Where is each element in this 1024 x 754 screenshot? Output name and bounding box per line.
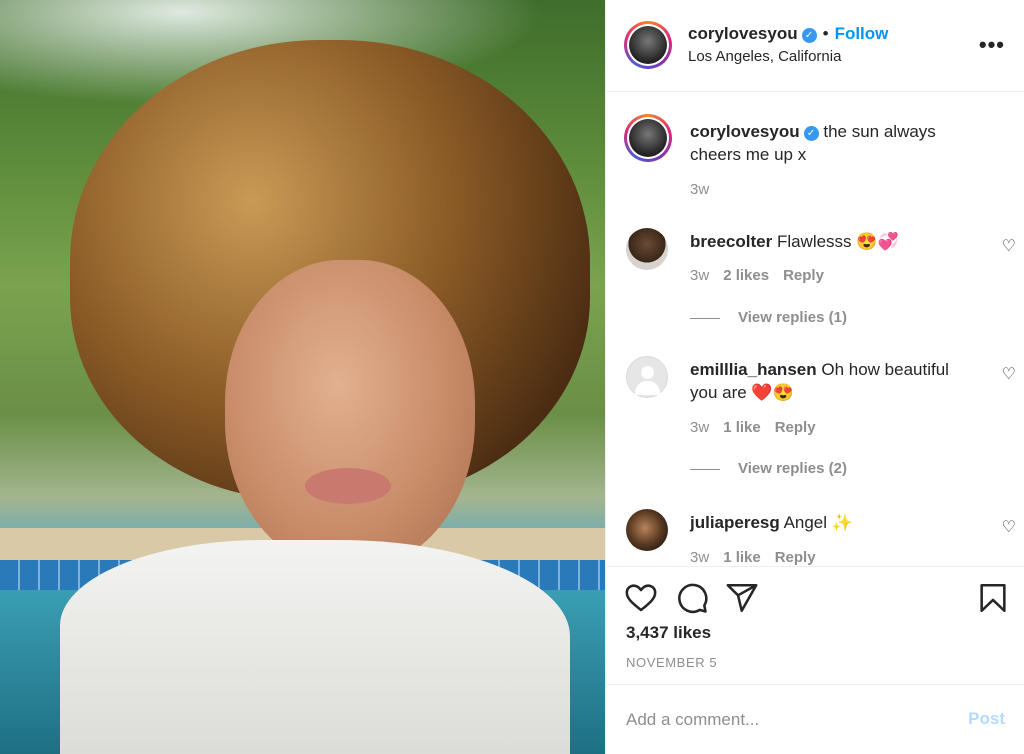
- comment-username[interactable]: emilllia_hansen: [690, 360, 817, 379]
- caption-body: corylovesyou ✓ the sun always cheers me u…: [690, 120, 975, 166]
- caption: corylovesyou ✓ the sun always cheers me u…: [624, 114, 1016, 204]
- caption-time[interactable]: 3w: [690, 181, 709, 198]
- view-replies-label: View replies (1): [738, 309, 847, 326]
- heart-icon[interactable]: [624, 581, 658, 615]
- post-date[interactable]: NOVEMBER 5: [626, 655, 717, 670]
- comment-body: juliaperesg Angel ✨: [690, 511, 975, 534]
- comments-list[interactable]: corylovesyou ✓ the sun always cheers me u…: [606, 93, 1024, 566]
- comment-bubble-icon[interactable]: [675, 581, 709, 615]
- view-replies-button[interactable]: View replies (1): [690, 309, 847, 326]
- verified-badge-icon: ✓: [803, 126, 819, 141]
- post-comment-button[interactable]: Post: [968, 709, 1005, 729]
- paper-plane-icon[interactable]: [725, 581, 759, 615]
- comment-meta: 3w 2 likes Reply: [690, 267, 824, 284]
- photo-lips: [305, 468, 391, 504]
- comment-likes[interactable]: 1 like: [723, 549, 761, 566]
- post-location[interactable]: Los Angeles, California: [688, 48, 841, 65]
- follow-button[interactable]: Follow: [835, 24, 889, 43]
- comment-like-heart-icon[interactable]: ♡: [1002, 236, 1016, 256]
- add-comment-input[interactable]: [626, 707, 946, 733]
- comment-username[interactable]: juliaperesg: [690, 513, 780, 532]
- view-replies-button[interactable]: View replies (2): [690, 460, 847, 477]
- commenter-avatar[interactable]: [626, 228, 668, 270]
- more-options-icon[interactable]: •••: [979, 32, 1005, 58]
- comment-text: Angel ✨: [783, 513, 853, 532]
- comment-time[interactable]: 3w: [690, 549, 709, 566]
- comment-reply-button[interactable]: Reply: [783, 267, 824, 284]
- comment-text: Flawlesss 😍💞: [776, 232, 899, 251]
- comment-body: breecolter Flawlesss 😍💞: [690, 230, 975, 253]
- commenter-avatar[interactable]: [626, 356, 668, 398]
- post-actions: 3,437 likes NOVEMBER 5: [606, 566, 1024, 684]
- post-photo[interactable]: [0, 0, 605, 754]
- comment-like-heart-icon[interactable]: ♡: [1002, 364, 1016, 384]
- bookmark-icon[interactable]: [976, 581, 1010, 615]
- author-avatar[interactable]: [624, 21, 672, 69]
- photo-face: [225, 260, 475, 570]
- comment-time[interactable]: 3w: [690, 419, 709, 436]
- likes-count[interactable]: 3,437 likes: [626, 623, 711, 643]
- author-username[interactable]: corylovesyou: [688, 24, 798, 43]
- photo-shirt: [60, 540, 570, 754]
- comment-time[interactable]: 3w: [690, 267, 709, 284]
- post-side-panel: corylovesyou ✓ • Follow Los Angeles, Califo…: [605, 0, 1024, 754]
- comment-like-heart-icon[interactable]: ♡: [1002, 517, 1016, 537]
- comment-meta: 3w 1 like Reply: [690, 419, 816, 436]
- comment-body: emilllia_hansen Oh how beautiful you are…: [690, 358, 975, 404]
- comment-likes[interactable]: 1 like: [723, 419, 761, 436]
- add-comment-bar: Post: [606, 684, 1024, 754]
- comment-reply-button[interactable]: Reply: [775, 419, 816, 436]
- post-header: corylovesyou ✓ • Follow Los Angeles, Califo…: [606, 0, 1024, 92]
- view-replies-line: [690, 468, 720, 470]
- comment-item: juliaperesg Angel ✨ ♡ 3w 1 like Reply: [626, 509, 1016, 566]
- author-line: corylovesyou ✓ • Follow: [688, 24, 888, 44]
- caption-username[interactable]: corylovesyou: [690, 122, 800, 141]
- comment-meta: 3w 1 like Reply: [690, 549, 816, 566]
- comment-item: breecolter Flawlesss 😍💞 ♡ 3w 2 likes Reply…: [626, 228, 1016, 338]
- caption-avatar[interactable]: [624, 114, 672, 162]
- comment-reply-button[interactable]: Reply: [775, 549, 816, 566]
- comment-likes[interactable]: 2 likes: [723, 267, 769, 284]
- separator-dot: •: [822, 24, 829, 43]
- commenter-avatar[interactable]: [626, 509, 668, 551]
- comment-username[interactable]: breecolter: [690, 232, 772, 251]
- comment-item: emilllia_hansen Oh how beautiful you are…: [626, 356, 1016, 477]
- verified-badge-icon: ✓: [801, 28, 817, 43]
- view-replies-label: View replies (2): [738, 460, 847, 477]
- view-replies-line: [690, 317, 720, 319]
